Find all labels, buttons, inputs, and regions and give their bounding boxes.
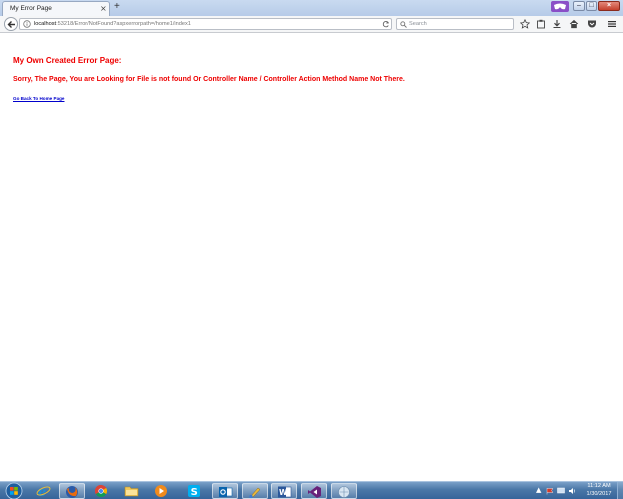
word-icon: W — [278, 486, 292, 498]
downloads-icon[interactable] — [552, 19, 562, 29]
skype-icon: S — [188, 485, 200, 498]
taskbar-firefox[interactable] — [59, 483, 85, 499]
internet-explorer-icon: e — [36, 485, 51, 498]
taskbar-media-player[interactable] — [149, 483, 175, 499]
error-message: Sorry, The Page, You are Looking for Fil… — [13, 76, 405, 83]
volume-icon[interactable] — [568, 487, 576, 495]
url-text[interactable]: localhost:53218/Error/NotFound?aspxerror… — [34, 19, 191, 29]
taskbar-paint[interactable] — [242, 483, 268, 499]
taskbar-visual-studio[interactable] — [301, 483, 327, 499]
tab-close-icon[interactable]: × — [100, 3, 107, 15]
chrome-icon — [94, 485, 108, 498]
svg-text:S: S — [191, 487, 198, 498]
private-browsing-icon — [551, 1, 569, 12]
taskbar-skype[interactable]: S — [182, 483, 208, 499]
action-center-flag-icon[interactable] — [546, 487, 554, 495]
tab-my-error-page[interactable]: My Error Page × — [2, 1, 110, 16]
clock-date: 1/30/2017 — [586, 490, 612, 497]
taskbar-clock[interactable]: 11:12 AM 1/30/2017 — [582, 483, 616, 498]
error-heading: My Own Created Error Page: — [13, 56, 122, 65]
minimize-button[interactable]: – — [573, 1, 585, 11]
clock-time: 11:12 AM — [587, 483, 611, 489]
search-icon — [400, 21, 407, 28]
maximize-button[interactable]: □ — [586, 1, 597, 11]
bookmarks-library-icon[interactable] — [536, 19, 546, 29]
address-bar[interactable]: localhost:53218/Error/NotFound?aspxerror… — [19, 18, 392, 30]
search-box[interactable]: Search — [396, 18, 514, 30]
network-icon — [338, 486, 350, 498]
close-window-button[interactable]: × — [598, 1, 620, 11]
outlook-icon — [219, 487, 233, 497]
media-player-icon — [155, 485, 167, 497]
navigation-toolbar: localhost:53218/Error/NotFound?aspxerror… — [0, 16, 623, 33]
bookmark-star-icon[interactable] — [520, 19, 530, 29]
show-hidden-icons-button[interactable]: ▲ — [536, 486, 541, 494]
display-icon[interactable] — [557, 487, 565, 495]
firefox-icon — [66, 486, 78, 498]
windows-taskbar: e S W ▲ 11:12 AM 1/30/2017 — [0, 481, 623, 499]
tab-title: My Error Page — [10, 5, 52, 12]
back-arrow-icon — [7, 21, 15, 28]
search-placeholder: Search — [409, 21, 427, 27]
pocket-icon[interactable] — [587, 19, 597, 29]
menu-icon[interactable] — [607, 19, 617, 29]
url-host: localhost — [34, 21, 57, 27]
new-tab-button[interactable]: + — [114, 1, 120, 13]
taskbar-internet-explorer[interactable]: e — [31, 483, 57, 499]
site-info-icon[interactable] — [23, 20, 31, 28]
taskbar-file-explorer[interactable] — [119, 483, 145, 499]
start-orb-icon — [5, 482, 23, 499]
taskbar-chrome[interactable] — [89, 483, 115, 499]
url-path: :53218/Error/NotFound?aspxerrorpath=/hom… — [56, 21, 191, 27]
paint-icon — [249, 487, 261, 499]
show-desktop-button[interactable] — [617, 482, 623, 499]
taskbar-outlook[interactable] — [212, 483, 238, 499]
file-explorer-icon — [124, 486, 139, 497]
back-button[interactable] — [4, 17, 18, 31]
svg-text:W: W — [279, 488, 288, 497]
go-back-home-link[interactable]: Go Back To Home Page — [13, 96, 64, 101]
taskbar-word[interactable]: W — [271, 483, 297, 499]
page-content: My Own Created Error Page: Sorry, The Pa… — [0, 34, 623, 481]
start-button[interactable] — [2, 482, 26, 499]
reload-icon[interactable] — [382, 20, 390, 28]
browser-titlebar: My Error Page × + – □ × — [0, 0, 623, 16]
visual-studio-icon — [308, 486, 321, 498]
taskbar-network-app[interactable] — [331, 483, 357, 499]
home-icon[interactable] — [569, 19, 579, 29]
